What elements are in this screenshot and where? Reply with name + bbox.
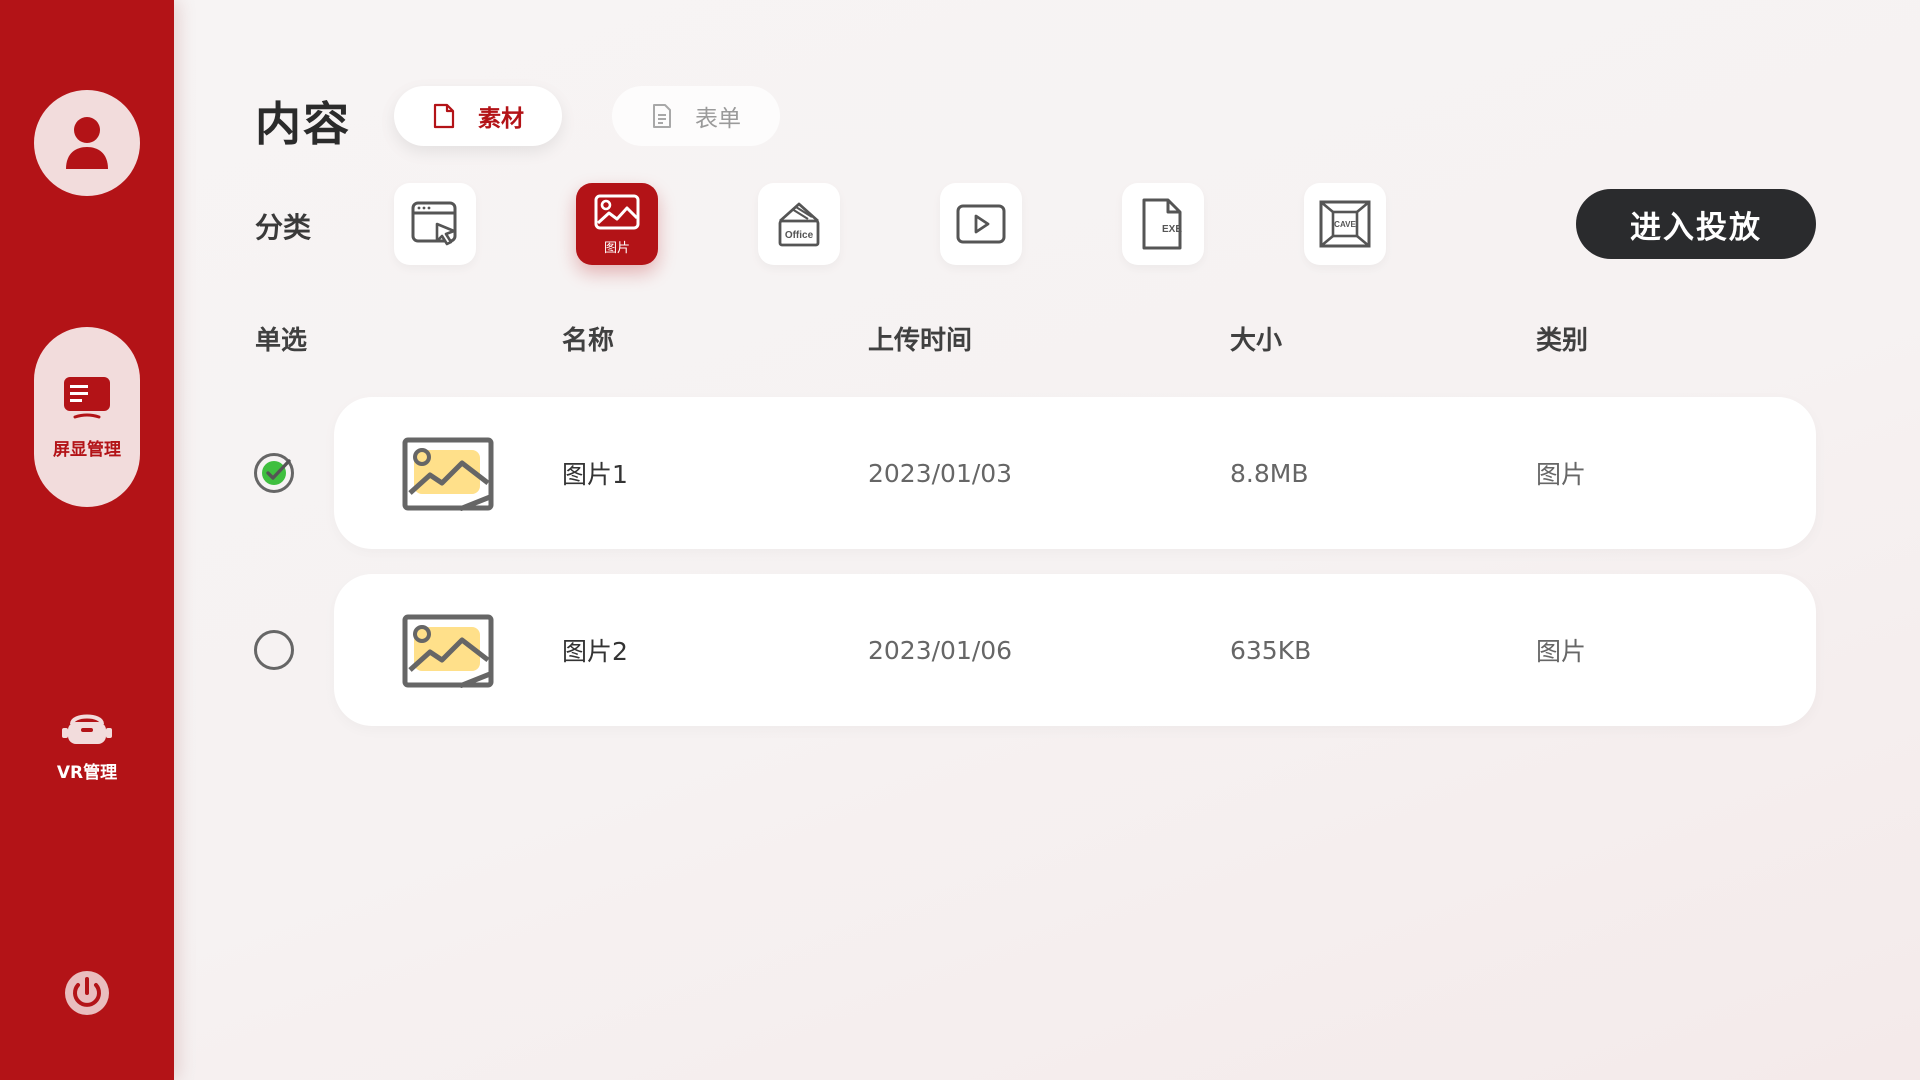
power-button[interactable] [60, 966, 114, 1020]
sidebar-item-screen-management[interactable]: 屏显管理 [34, 327, 140, 507]
image-thumbnail-icon [402, 614, 494, 688]
cell-upload-time: 2023/01/06 [868, 635, 1013, 665]
sidebar-item-label: VR管理 [56, 762, 118, 783]
category-exe[interactable]: EXE [1122, 183, 1204, 265]
tab-label: 素材 [478, 106, 524, 132]
office-icon: Office [778, 202, 820, 247]
user-avatar[interactable] [34, 90, 140, 196]
svg-text:Office: Office [785, 230, 814, 241]
check-circle-icon [254, 453, 294, 493]
svg-text:EXE: EXE [1162, 224, 1182, 235]
cell-name: 图片2 [562, 637, 628, 666]
page-title: 内容 [255, 97, 351, 151]
file-icon [433, 103, 455, 129]
column-header-type: 类别 [1536, 326, 1589, 356]
row-radio-checked[interactable] [253, 452, 295, 494]
web-cursor-icon [411, 201, 457, 246]
vr-headset-icon [62, 714, 112, 744]
user-avatar-icon [66, 117, 108, 169]
category-image[interactable]: 图片 [576, 183, 658, 265]
power-icon [65, 971, 109, 1015]
cell-upload-time: 2023/01/03 [868, 458, 1013, 488]
launch-button[interactable]: 进入投放 [1576, 189, 1816, 259]
category-video[interactable] [940, 183, 1022, 265]
tab-materials[interactable]: 素材 [394, 86, 562, 146]
svg-text:CAVE: CAVE [1334, 220, 1356, 229]
category-office[interactable]: Office [758, 183, 840, 265]
column-header-select: 单选 [255, 326, 308, 356]
radio-empty-icon [254, 630, 294, 670]
screen-display-icon [64, 376, 110, 418]
image-icon [594, 194, 640, 229]
category-web[interactable] [394, 183, 476, 265]
column-header-name: 名称 [562, 326, 615, 356]
sidebar-item-vr-management[interactable]: VR管理 [34, 700, 140, 790]
sidebar: 屏显管理 VR管理 [0, 0, 174, 1080]
cave-icon: CAVE [1319, 200, 1371, 248]
document-icon [653, 104, 671, 128]
tab-label: 表单 [695, 106, 741, 132]
category-cave[interactable]: CAVE [1304, 183, 1386, 265]
table-row[interactable]: 图片2 2023/01/06 635KB 图片 [334, 574, 1816, 726]
category-item-label: 图片 [603, 240, 630, 256]
video-play-icon [956, 204, 1006, 244]
cell-size: 635KB [1230, 635, 1312, 665]
category-label: 分类 [255, 211, 312, 244]
cell-name: 图片1 [562, 460, 628, 489]
cell-size: 8.8MB [1230, 458, 1309, 488]
cell-type: 图片 [1536, 460, 1587, 489]
row-radio-unchecked[interactable] [253, 629, 295, 671]
cell-type: 图片 [1536, 637, 1587, 666]
image-thumbnail-icon [402, 437, 494, 511]
table-row[interactable]: 图片1 2023/01/03 8.8MB 图片 [334, 397, 1816, 549]
exe-file-icon: EXE [1142, 198, 1182, 250]
column-header-upload-time: 上传时间 [868, 326, 973, 356]
tab-forms[interactable]: 表单 [612, 86, 780, 146]
sidebar-item-label: 屏显管理 [53, 439, 121, 460]
column-header-size: 大小 [1230, 326, 1283, 356]
